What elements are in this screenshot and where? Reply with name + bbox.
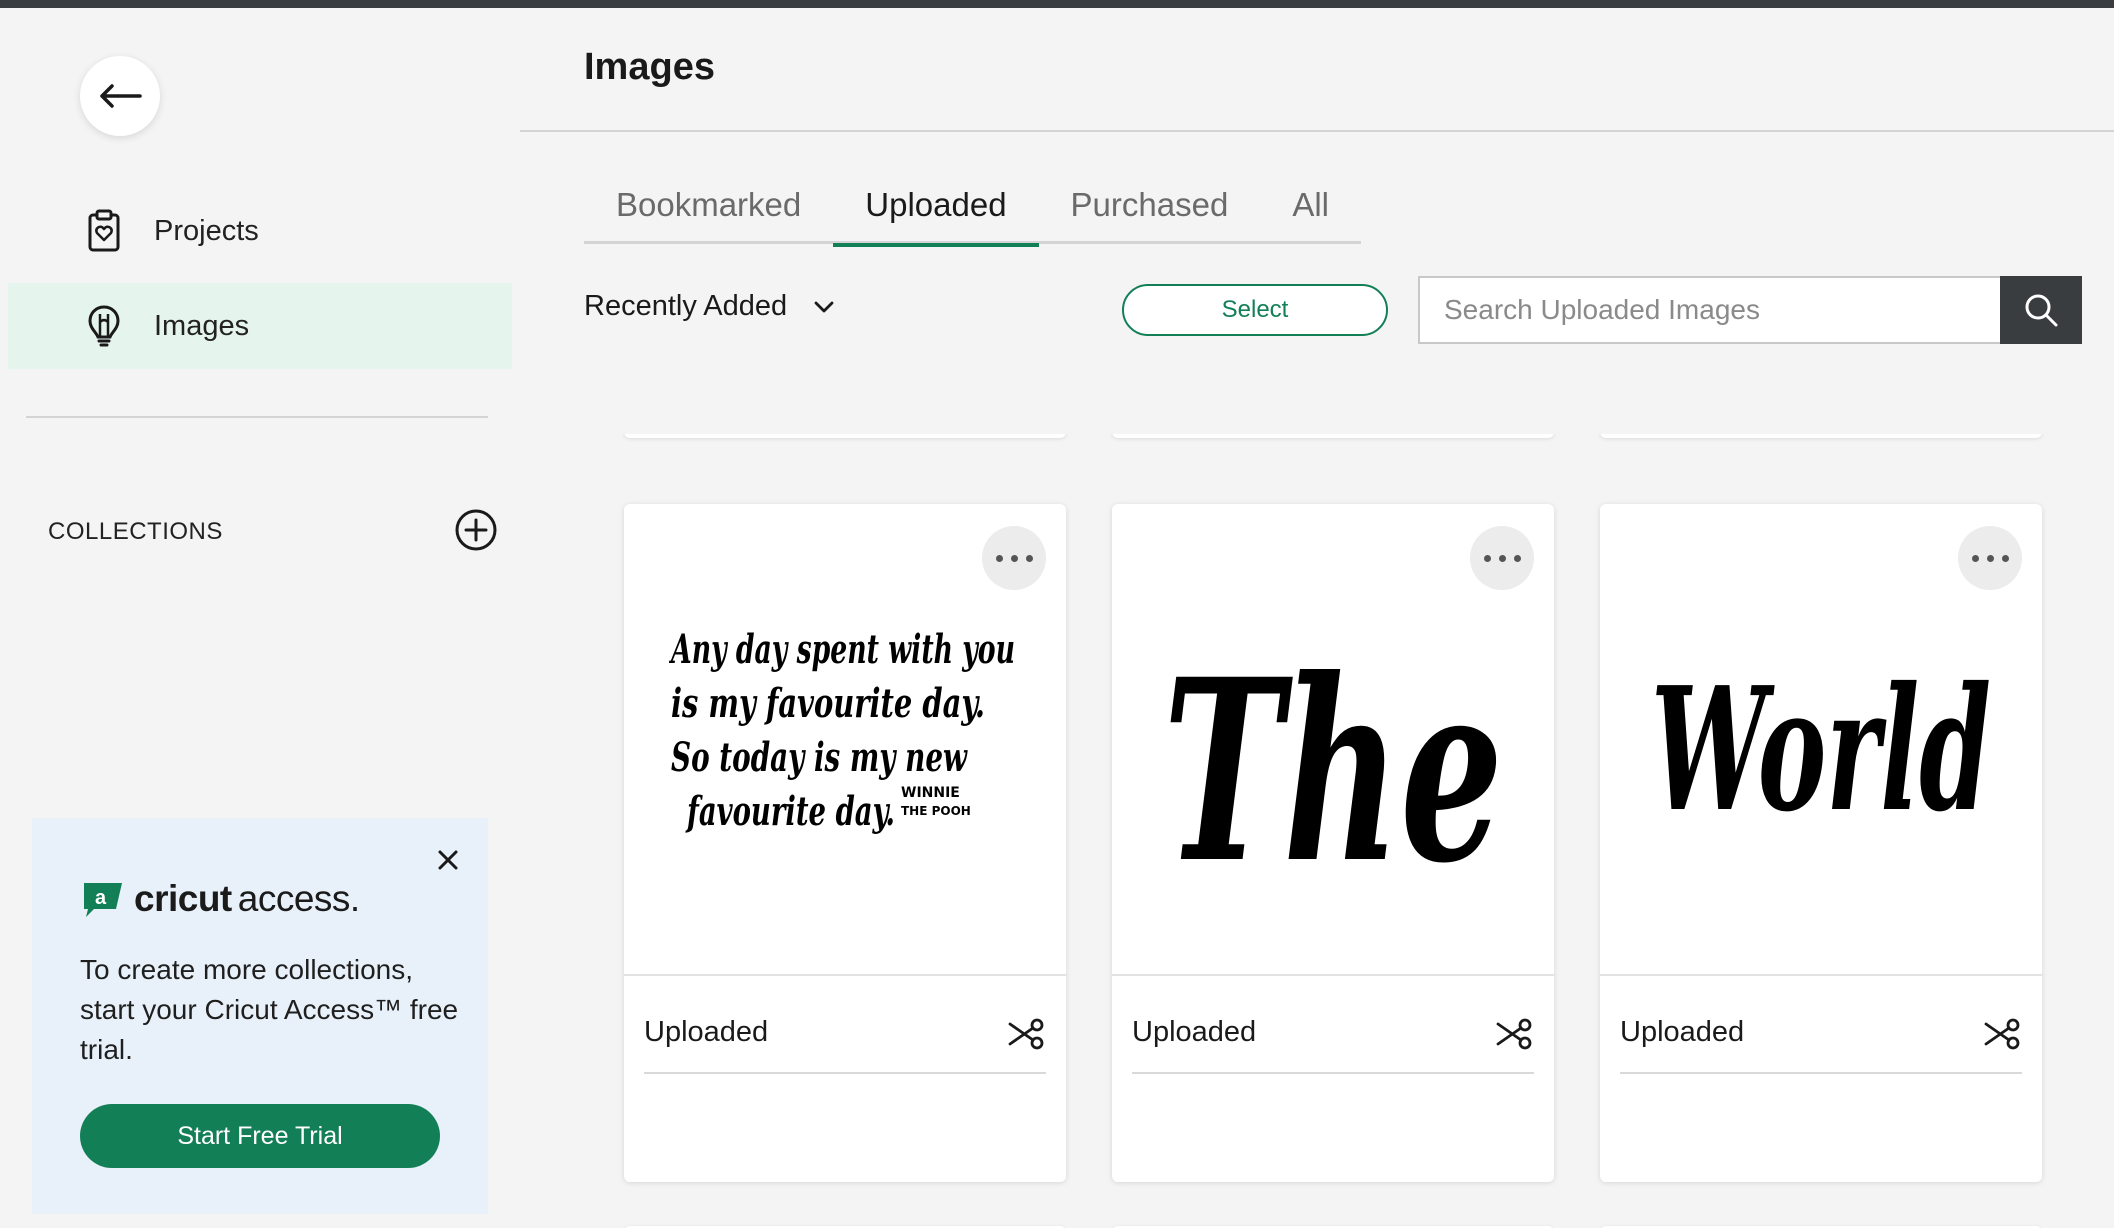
sidebar-item-images[interactable]: Images [8, 283, 512, 369]
cricut-access-promo: a cricut access. To create more collecti… [32, 818, 488, 1214]
header-divider [520, 130, 2114, 132]
card-underline [644, 1072, 1046, 1074]
card-underline [1620, 1072, 2022, 1074]
more-options-button[interactable] [982, 526, 1046, 590]
sidebar: Projects Images COLLECTIONS a cricut acc… [0, 8, 520, 1228]
back-button[interactable] [80, 56, 160, 136]
image-card[interactable]: World Uploaded [1600, 504, 2042, 1182]
svg-text:a: a [95, 887, 107, 909]
tab-bar: Bookmarked Uploaded Purchased All [584, 166, 1361, 247]
window-top-bar [0, 0, 2114, 8]
sidebar-item-projects[interactable]: Projects [8, 188, 512, 274]
dot-icon [1025, 554, 1033, 562]
page-title: Images [584, 46, 715, 88]
artwork-line: So today is my new [671, 734, 968, 781]
card-label: Uploaded [1132, 1016, 1257, 1048]
artwork-line: Any day spent with you [668, 626, 1015, 673]
card-underline [1132, 1072, 1534, 1074]
lightbulb-icon [74, 304, 134, 348]
promo-text: To create more collections, start your C… [80, 954, 459, 1065]
arrow-left-icon [100, 84, 142, 108]
dot-icon [1010, 554, 1018, 562]
image-card[interactable]: The Uploaded [1112, 504, 1554, 1182]
brand-name: cricut [134, 878, 232, 919]
dot-icon [1971, 554, 1979, 562]
plus-circle-icon [455, 509, 497, 551]
search-icon [2025, 294, 2058, 327]
word-artwork: World [1651, 650, 1991, 850]
dot-icon [2001, 554, 2009, 562]
sort-label: Recently Added [584, 290, 788, 322]
artwork-word: The [1163, 624, 1503, 918]
artwork-word: World [1651, 650, 1991, 850]
dot-icon [1483, 554, 1491, 562]
scissors-icon[interactable] [1006, 1014, 1046, 1054]
search-button[interactable] [2000, 276, 2082, 344]
card-divider [1112, 974, 1554, 976]
scissors-icon[interactable] [1494, 1014, 1534, 1054]
close-icon [438, 850, 458, 870]
start-free-trial-button[interactable]: Start Free Trial [80, 1104, 440, 1168]
sort-dropdown[interactable]: Recently Added [584, 290, 835, 323]
image-card-partial[interactable] [1600, 434, 2042, 438]
artwork-credit: WINNIE [901, 785, 960, 801]
tab-bookmarked[interactable]: Bookmarked [584, 166, 833, 244]
scissors-icon[interactable] [1982, 1014, 2022, 1054]
more-options-button[interactable] [1958, 526, 2022, 590]
dot-icon [995, 554, 1003, 562]
tab-all[interactable]: All [1260, 166, 1361, 244]
sidebar-divider [26, 416, 488, 418]
select-button[interactable]: Select [1122, 284, 1388, 336]
image-card[interactable]: Any day spent with you is my favourite d… [624, 504, 1066, 1182]
artwork-line: is my favourite day. [671, 680, 985, 727]
dot-icon [1986, 554, 1994, 562]
dot-icon [1498, 554, 1506, 562]
dot-icon [1513, 554, 1521, 562]
cricut-access-logo: a cricut access. [80, 878, 360, 920]
card-label: Uploaded [644, 1016, 769, 1048]
image-grid: Any day spent with you is my favourite d… [520, 434, 2114, 1228]
card-divider [624, 974, 1066, 976]
add-collection-button[interactable] [454, 508, 498, 552]
word-artwork: The [1163, 624, 1503, 918]
sidebar-item-label: Images [154, 309, 250, 342]
sidebar-item-label: Projects [154, 214, 259, 247]
artwork-line: favourite day. [685, 788, 895, 835]
close-promo-button[interactable] [434, 846, 462, 874]
chevron-down-icon [814, 301, 834, 312]
image-card-partial[interactable] [1112, 434, 1554, 438]
search-input[interactable] [1418, 276, 2002, 344]
card-divider [1600, 974, 2042, 976]
card-label: Uploaded [1620, 1016, 1745, 1048]
collections-heading: COLLECTIONS [48, 518, 223, 545]
more-options-button[interactable] [1470, 526, 1534, 590]
tab-uploaded[interactable]: Uploaded [833, 166, 1039, 247]
image-card-partial[interactable] [624, 434, 1066, 438]
cricut-logo-icon: a [84, 883, 122, 917]
tab-purchased[interactable]: Purchased [1039, 166, 1261, 244]
clipboard-heart-icon [74, 209, 134, 253]
main-content: Images Bookmarked Uploaded Purchased All… [520, 8, 2114, 1228]
brand-access: access. [237, 878, 360, 919]
quote-artwork: Any day spent with you is my favourite d… [668, 626, 1015, 835]
artwork-credit: THE POOH [901, 804, 971, 818]
